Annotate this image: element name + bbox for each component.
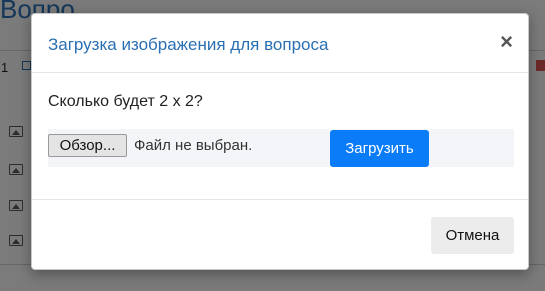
upload-image-dialog: Загрузка изображения для вопроса × Сколь…: [31, 13, 529, 270]
dialog-title: Загрузка изображения для вопроса: [48, 35, 329, 54]
cancel-button[interactable]: Отмена: [431, 217, 514, 254]
dialog-header: Загрузка изображения для вопроса ×: [32, 14, 528, 73]
browse-file-button[interactable]: Обзор...: [48, 134, 127, 157]
dialog-footer-divider: [32, 199, 528, 200]
question-text: Сколько будет 2 x 2?: [48, 93, 203, 110]
close-button[interactable]: ×: [500, 31, 513, 53]
upload-button[interactable]: Загрузить: [330, 130, 429, 167]
file-upload-row: Обзор... Файл не выбран. Загрузить: [48, 129, 514, 167]
file-status-text: Файл не выбран.: [134, 137, 253, 154]
